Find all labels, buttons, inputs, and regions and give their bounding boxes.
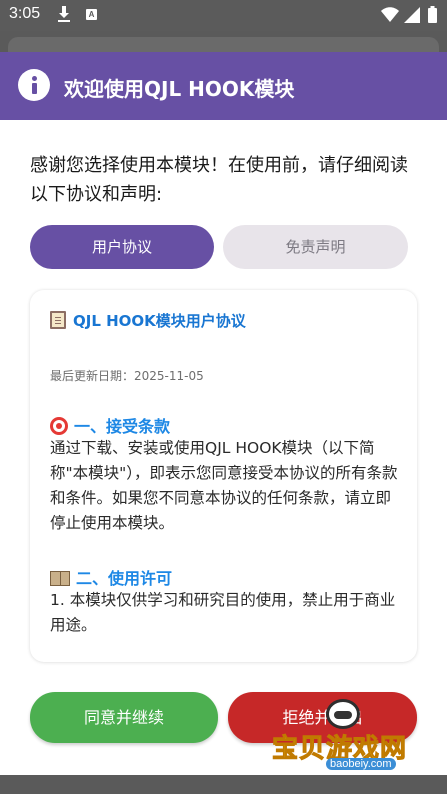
dialog-title: 欢迎使用QJL HOOK模块 [64, 77, 295, 101]
signal-icon [404, 7, 420, 23]
status-bar: 3:05 A [0, 0, 447, 31]
section-title: 二、使用许可 [50, 565, 172, 589]
intro-text: 感谢您选择使用本模块！在使用前，请仔细阅读以下协议和声明: [30, 155, 408, 205]
agree-button[interactable]: 同意并继续 [30, 692, 218, 743]
last-updated: 最后更新日期：2025-11-05 [50, 369, 204, 383]
tab-disclaimer[interactable]: 免责声明 [223, 225, 408, 269]
a-badge-icon: A [86, 9, 97, 20]
section-body: 通过下载、安装或使用QJL HOOK模块（以下简称"本模块"），即表示您同意接受… [50, 439, 398, 532]
target-icon [50, 417, 68, 435]
document-title-text: QJL HOOK模块用户协议 [73, 312, 246, 330]
dialog-header: 欢迎使用QJL HOOK模块 [0, 52, 447, 120]
status-time: 3:05 [9, 5, 41, 22]
agreement-dialog: 欢迎使用QJL HOOK模块 感谢您选择使用本模块！在使用前，请仔细阅读以下协议… [0, 52, 447, 775]
reject-button[interactable]: 拒绝并退出 [228, 692, 417, 743]
wifi-icon [381, 7, 399, 22]
battery-icon [428, 6, 437, 23]
agreement-scroll-area[interactable]: QJL HOOK模块用户协议 最后更新日期：2025-11-05 一、接受条款 … [30, 290, 417, 662]
clipboard-icon [50, 311, 66, 329]
navigation-bar [0, 775, 447, 794]
book-icon [50, 571, 70, 586]
document-title: QJL HOOK模块用户协议 [50, 310, 246, 331]
tab-user-agreement[interactable]: 用户协议 [30, 225, 214, 269]
section-title-text: 一、接受条款 [74, 417, 171, 436]
section-body: 1. 本模块仅供学习和研究目的使用，禁止用于商业用途。 [50, 591, 396, 634]
section-title-text: 二、使用许可 [76, 569, 173, 588]
download-icon [58, 6, 70, 22]
info-icon [18, 69, 50, 101]
section-title: 一、接受条款 [50, 413, 170, 437]
